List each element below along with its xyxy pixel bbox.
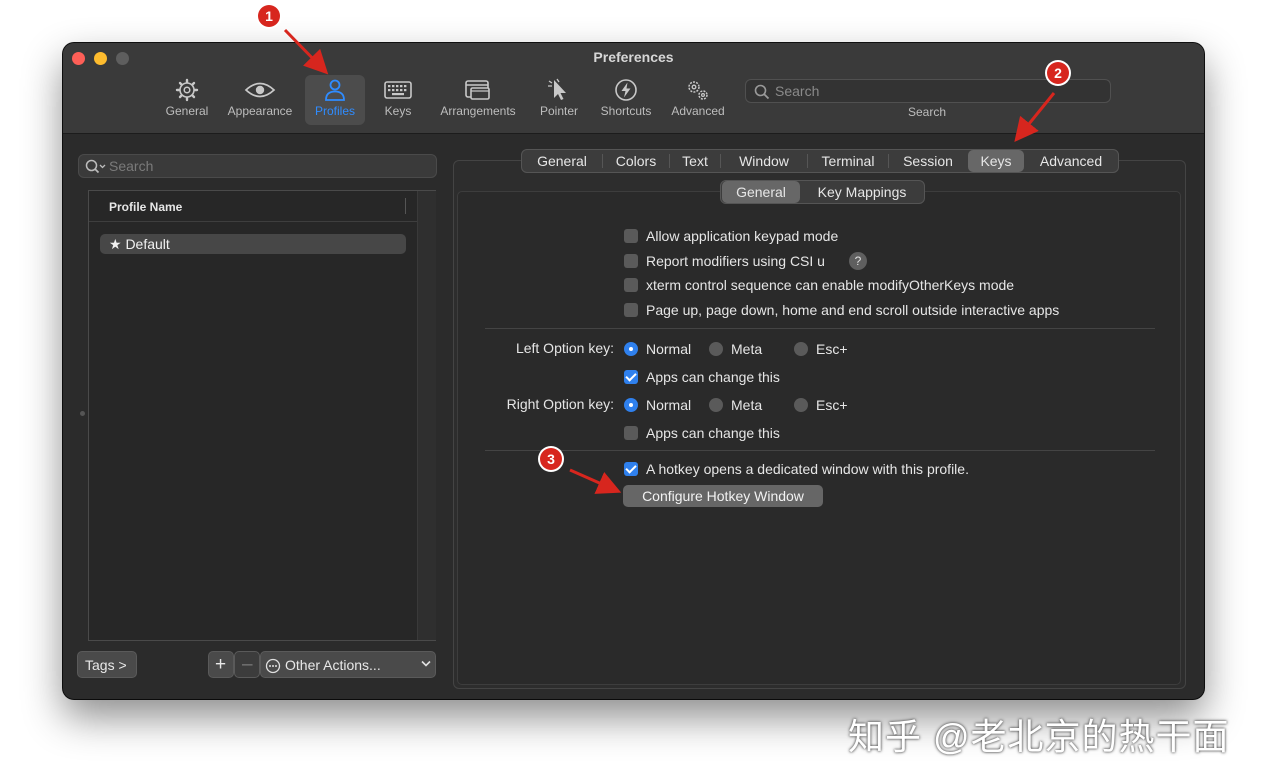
annotation-badge-3: 3 <box>540 448 562 470</box>
arrow-to-profiles <box>283 28 329 75</box>
arrow-to-keys-tab <box>1014 92 1056 142</box>
annotation-arrows <box>283 28 1056 494</box>
annotation-badge-1: 1 <box>258 5 280 27</box>
arrow-to-hotkey-button <box>569 468 622 494</box>
annotation-badge-2: 2 <box>1047 62 1069 84</box>
watermark: 知乎 @老北京的热干面 <box>848 716 1230 757</box>
